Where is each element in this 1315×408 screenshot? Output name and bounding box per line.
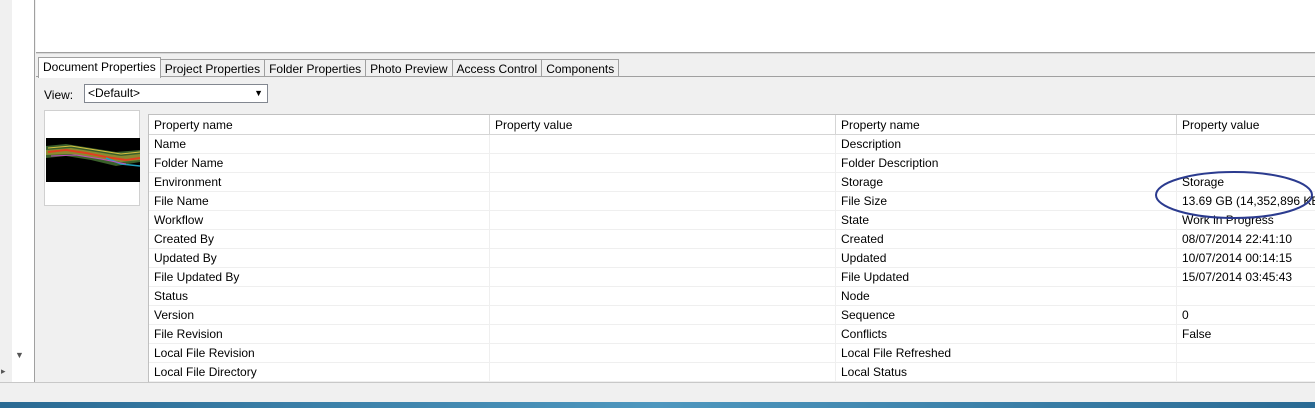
document-thumbnail (44, 110, 140, 206)
property-name-column-left: Property name Name Folder Name Environment… (149, 115, 490, 382)
property-value-cell[interactable] (1177, 287, 1315, 306)
property-name-cell[interactable]: Description (836, 135, 1177, 154)
property-value-cell[interactable]: 0 (1177, 306, 1315, 325)
property-value-cell[interactable] (1177, 344, 1315, 363)
property-value-column-left: Property value (490, 115, 836, 382)
property-name-cell[interactable]: Updated (836, 249, 1177, 268)
property-value-cell[interactable] (490, 230, 836, 249)
property-value-cell[interactable]: 10/07/2014 00:14:15 (1177, 249, 1315, 268)
view-dropdown-value: <Default> (88, 86, 141, 100)
annotation-ellipse (1155, 171, 1313, 219)
property-value-cell[interactable]: False (1177, 325, 1315, 344)
property-name-cell[interactable]: Folder Name (149, 154, 490, 173)
tab-document-properties[interactable]: Document Properties (38, 57, 161, 78)
property-name-cell[interactable]: Name (149, 135, 490, 154)
property-value-column-right: Property value Storage 13.69 GB (14,352,8… (1177, 115, 1315, 382)
property-name-cell[interactable]: Storage (836, 173, 1177, 192)
property-value-cell[interactable] (490, 154, 836, 173)
property-value-cell[interactable] (490, 287, 836, 306)
properties-tab-strip: Document Properties Project Properties F… (38, 57, 620, 78)
property-name-column-right: Property name Description Folder Descript… (836, 115, 1177, 382)
property-name-cell[interactable]: Updated By (149, 249, 490, 268)
status-bar (0, 382, 1315, 403)
column-header-property-value[interactable]: Property value (1177, 115, 1315, 135)
property-grid: Property name Name Folder Name Environment… (148, 114, 1315, 383)
taskbar (0, 402, 1315, 408)
property-value-cell[interactable] (490, 249, 836, 268)
property-value-cell[interactable] (1177, 135, 1315, 154)
splitter[interactable] (36, 53, 1315, 54)
property-name-cell[interactable]: Status (149, 287, 490, 306)
property-value-cell[interactable]: 08/07/2014 22:41:10 (1177, 230, 1315, 249)
property-name-cell[interactable]: Local Status (836, 363, 1177, 382)
view-dropdown[interactable]: <Default> ▼ (84, 84, 268, 103)
property-name-cell[interactable]: File Name (149, 192, 490, 211)
dropdown-arrow-icon: ▼ (254, 88, 263, 98)
property-name-cell[interactable]: File Revision (149, 325, 490, 344)
property-name-cell[interactable]: Local File Refreshed (836, 344, 1177, 363)
property-name-cell[interactable]: State (836, 211, 1177, 230)
property-name-cell[interactable]: Sequence (836, 306, 1177, 325)
document-list-pane (36, 0, 1315, 53)
property-name-cell[interactable]: Workflow (149, 211, 490, 230)
property-name-cell[interactable]: File Size (836, 192, 1177, 211)
property-name-cell[interactable]: Environment (149, 173, 490, 192)
property-value-cell[interactable]: 15/07/2014 03:45:43 (1177, 268, 1315, 287)
property-name-cell[interactable]: Created By (149, 230, 490, 249)
column-header-property-name[interactable]: Property name (836, 115, 1177, 135)
property-value-cell[interactable] (490, 211, 836, 230)
left-pane-scrollbar[interactable] (12, 0, 35, 382)
property-name-cell[interactable]: Local File Directory (149, 363, 490, 382)
property-value-cell[interactable] (490, 306, 836, 325)
property-name-cell[interactable]: File Updated By (149, 268, 490, 287)
property-value-cell[interactable] (490, 173, 836, 192)
property-name-cell[interactable]: File Updated (836, 268, 1177, 287)
property-name-cell[interactable]: Node (836, 287, 1177, 306)
property-name-cell[interactable]: Folder Description (836, 154, 1177, 173)
property-name-cell[interactable]: Version (149, 306, 490, 325)
property-value-cell[interactable] (490, 344, 836, 363)
view-label: View: (44, 88, 74, 102)
property-value-cell[interactable] (490, 325, 836, 344)
property-name-cell[interactable]: Conflicts (836, 325, 1177, 344)
property-value-cell[interactable] (490, 268, 836, 287)
column-header-property-value[interactable]: Property value (490, 115, 836, 135)
property-value-cell[interactable] (490, 135, 836, 154)
scroll-right-arrow-icon[interactable]: ▸ (1, 366, 6, 377)
property-name-cell[interactable]: Local File Revision (149, 344, 490, 363)
thumbnail-image (46, 138, 140, 182)
property-value-cell[interactable] (490, 192, 836, 211)
property-value-cell[interactable] (490, 363, 836, 382)
property-name-cell[interactable]: Created (836, 230, 1177, 249)
property-value-cell[interactable] (1177, 363, 1315, 382)
scroll-down-arrow-icon[interactable]: ▼ (15, 350, 24, 360)
column-header-property-name[interactable]: Property name (149, 115, 490, 135)
